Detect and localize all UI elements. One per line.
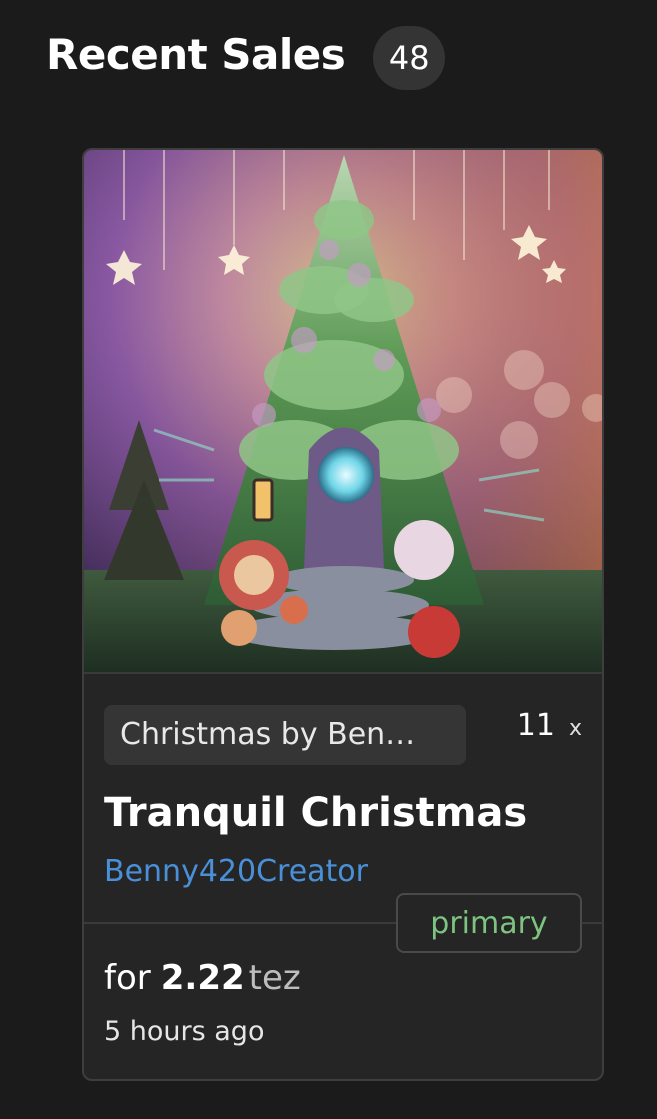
edition-count: 11 x [517,708,582,748]
sales-count-badge: 48 [373,26,446,90]
recent-sales-page: Recent Sales 48 Christmas by Ben… 11 x T… [0,0,657,1119]
artwork-image[interactable] [84,150,602,672]
price-unit: tez [248,958,301,998]
sale-timestamp: 5 hours ago [104,1016,265,1047]
creator-link[interactable]: Benny420Creator [104,854,368,889]
section-header: Recent Sales 48 [46,22,446,90]
edition-count-value: 11 [516,708,555,743]
price-value: 2.22 [160,958,245,998]
sale-card[interactable]: Christmas by Ben… 11 x Tranquil Christma… [82,148,604,1081]
sale-type-badge: primary [396,893,582,953]
artwork-title[interactable]: Tranquil Christmas [104,790,527,836]
edition-multiplier: x [568,716,582,741]
sale-price: for 2.22 tez [104,958,301,998]
collection-tag[interactable]: Christmas by Ben… [104,705,466,765]
price-prefix: for [104,958,151,998]
artwork-divider [84,672,602,674]
section-title: Recent Sales [46,30,346,79]
